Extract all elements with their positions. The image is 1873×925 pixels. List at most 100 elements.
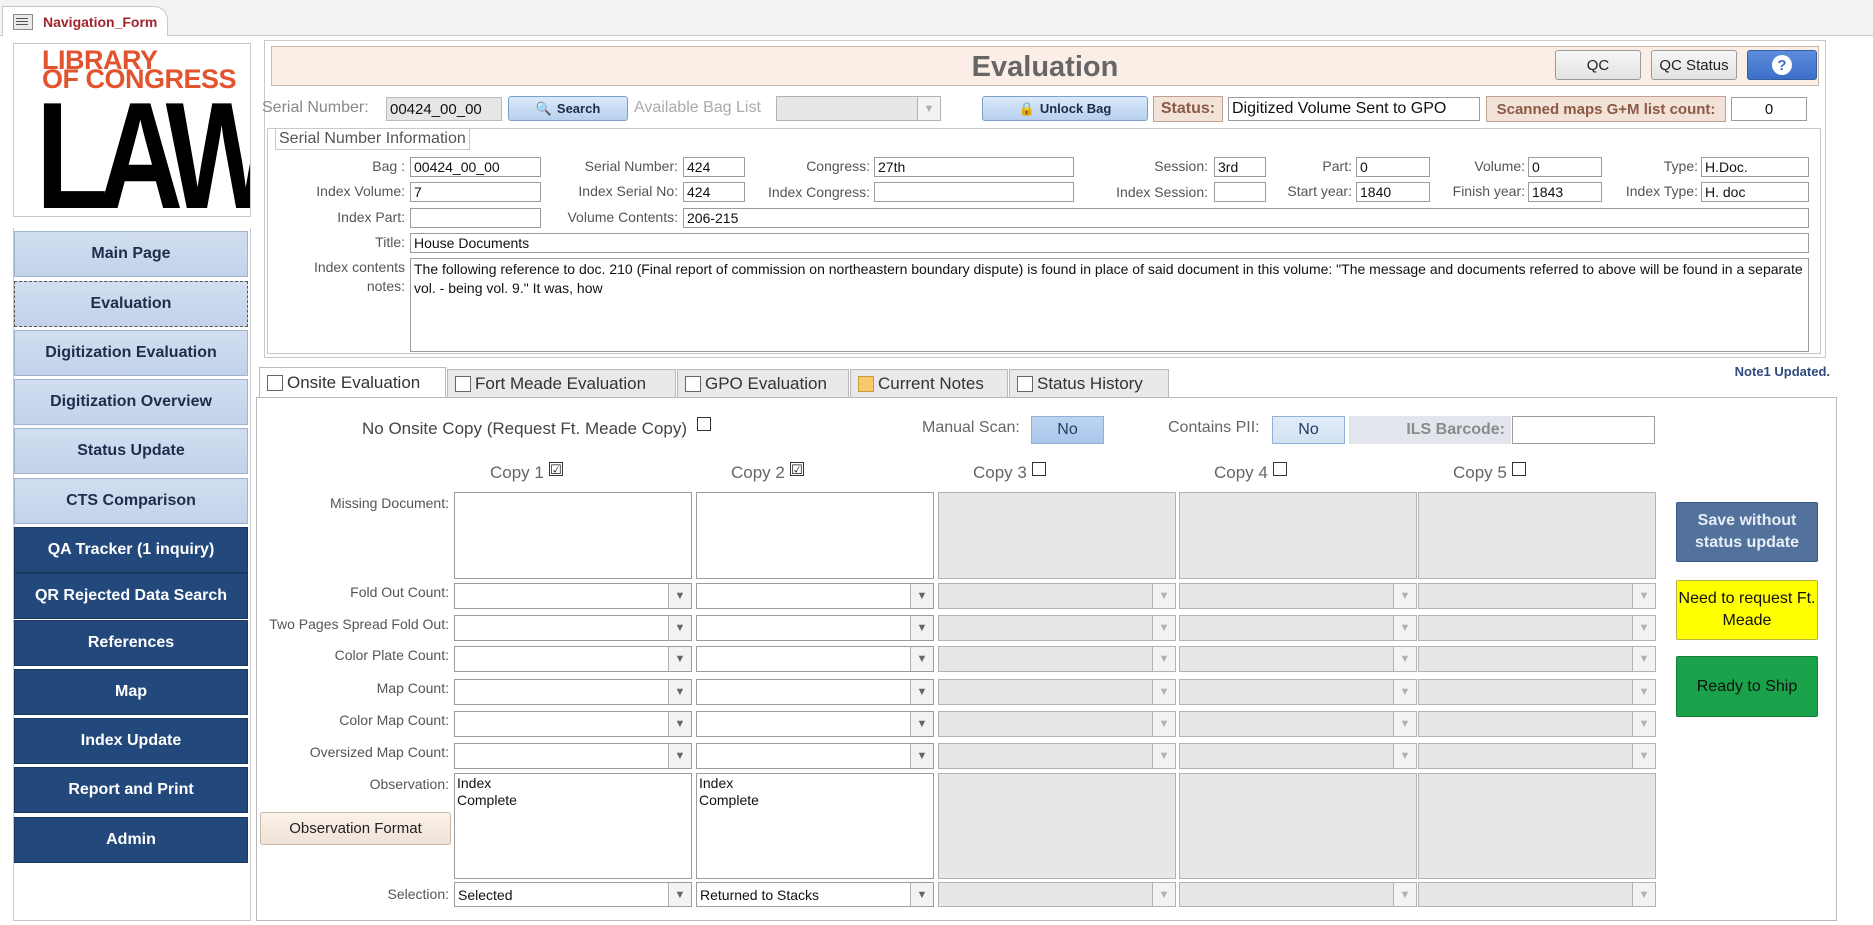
nav-report-and-print[interactable]: Report and Print bbox=[14, 767, 248, 813]
title-field[interactable]: House Documents bbox=[410, 233, 1809, 253]
need-to-request-ft-meade-button[interactable]: Need to request Ft. Meade bbox=[1676, 580, 1818, 640]
nav-map[interactable]: Map bbox=[14, 669, 248, 715]
copy-4-missing-document bbox=[1179, 492, 1417, 579]
nav-admin[interactable]: Admin bbox=[14, 817, 248, 863]
save-without-status-update-button[interactable]: Save without status update bbox=[1676, 502, 1818, 562]
copy-1-label: Copy 1 bbox=[490, 463, 544, 482]
copy-3-checkbox[interactable] bbox=[1032, 462, 1046, 476]
observation-format-button[interactable]: Observation Format bbox=[260, 812, 451, 845]
copy-4-map-count: ▼ bbox=[1179, 679, 1417, 705]
finish-year-field[interactable]: 1843 bbox=[1528, 182, 1602, 202]
tab-current-notes[interactable]: Current Notes bbox=[850, 369, 1008, 397]
available-bag-list-select[interactable]: ▼ bbox=[776, 96, 941, 121]
nav-digitization-overview[interactable]: Digitization Overview bbox=[14, 379, 248, 425]
part-field[interactable]: 0 bbox=[1356, 157, 1430, 177]
qc-status-button[interactable]: QC Status bbox=[1651, 50, 1737, 80]
copy-4-color-plate-count: ▼ bbox=[1179, 646, 1417, 672]
index-congress-field[interactable] bbox=[874, 182, 1074, 202]
navigation-form-tab[interactable]: Navigation_Form bbox=[2, 6, 168, 36]
tab-gpo-evaluation[interactable]: GPO Evaluation bbox=[677, 369, 849, 397]
color-map-count-label: Color Map Count: bbox=[339, 712, 449, 728]
chevron-down-icon: ▼ bbox=[668, 680, 691, 704]
copy-1-color-plate-count[interactable]: ▼ bbox=[454, 646, 692, 672]
copy-4-color-map-count: ▼ bbox=[1179, 711, 1417, 737]
nav-main-page[interactable]: Main Page bbox=[14, 231, 248, 277]
copy-1-checkbox[interactable]: ☑ bbox=[549, 462, 563, 476]
ils-barcode-field[interactable] bbox=[1512, 416, 1655, 444]
unlock-bag-button[interactable]: 🔒 Unlock Bag bbox=[982, 96, 1148, 121]
tab-onsite-evaluation[interactable]: Onsite Evaluation bbox=[259, 367, 446, 397]
congress-field[interactable]: 27th bbox=[874, 157, 1074, 177]
chevron-down-icon: ▼ bbox=[1393, 744, 1416, 768]
index-serial-field[interactable]: 424 bbox=[683, 182, 745, 202]
manual-scan-toggle[interactable]: No bbox=[1031, 416, 1104, 444]
index-session-field[interactable] bbox=[1214, 182, 1266, 202]
scanned-maps-label: Scanned maps G+M list count: bbox=[1486, 96, 1726, 122]
copy-2-oversized-map-count[interactable]: ▼ bbox=[696, 743, 934, 769]
index-type-label: Index Type: bbox=[1625, 183, 1698, 199]
copy-2-fold-out-count[interactable]: ▼ bbox=[696, 583, 934, 609]
chevron-down-icon: ▼ bbox=[1152, 584, 1175, 608]
tab-fort-meade-evaluation[interactable]: Fort Meade Evaluation bbox=[447, 369, 676, 397]
copy-1-fold-out-count[interactable]: ▼ bbox=[454, 583, 692, 609]
index-part-field[interactable] bbox=[410, 208, 541, 228]
index-volume-field[interactable]: 7 bbox=[410, 182, 541, 202]
copy-3-color-plate-count: ▼ bbox=[938, 646, 1176, 672]
copy-3-oversized-map-count: ▼ bbox=[938, 743, 1176, 769]
copy-1-map-count[interactable]: ▼ bbox=[454, 679, 692, 705]
qc-button[interactable]: QC bbox=[1555, 50, 1641, 80]
copy-4-checkbox[interactable] bbox=[1273, 462, 1287, 476]
chevron-down-icon: ▼ bbox=[910, 883, 933, 906]
nav-digitization-evaluation[interactable]: Digitization Evaluation bbox=[14, 330, 248, 376]
nav-qa-tracker[interactable]: QA Tracker (1 inquiry) bbox=[14, 527, 248, 573]
volume-field[interactable]: 0 bbox=[1528, 157, 1602, 177]
missing-document-label: Missing Document: bbox=[329, 495, 449, 511]
nav-qr-rejected-data-search[interactable]: QR Rejected Data Search bbox=[14, 573, 248, 619]
ready-to-ship-button[interactable]: Ready to Ship bbox=[1676, 656, 1818, 717]
tab-status-history[interactable]: Status History bbox=[1009, 369, 1169, 397]
copy-2-two-pages-spread[interactable]: ▼ bbox=[696, 615, 934, 641]
copy-2-map-count[interactable]: ▼ bbox=[696, 679, 934, 705]
scanned-maps-count: 0 bbox=[1731, 97, 1807, 121]
copy-3-color-map-count: ▼ bbox=[938, 711, 1176, 737]
copy-1-missing-document[interactable] bbox=[454, 492, 692, 579]
nav-index-update[interactable]: Index Update bbox=[14, 718, 248, 764]
index-contents-notes-field[interactable]: The following reference to doc. 210 (Fin… bbox=[410, 258, 1809, 352]
copy-4-fold-out-count: ▼ bbox=[1179, 583, 1417, 609]
copy-2-observation[interactable]: Index Complete bbox=[696, 773, 934, 879]
volume-label: Volume: bbox=[1474, 158, 1525, 174]
no-onsite-copy-checkbox[interactable] bbox=[697, 417, 711, 431]
help-button[interactable]: ? bbox=[1747, 50, 1817, 80]
type-field[interactable]: H.Doc. bbox=[1701, 157, 1809, 177]
copy-1-observation[interactable]: Index Complete bbox=[454, 773, 692, 879]
session-label: Session: bbox=[1154, 158, 1208, 174]
search-button[interactable]: 🔍 Search bbox=[508, 96, 628, 121]
serial-number-input[interactable]: 00424_00_00 bbox=[386, 97, 502, 121]
copy-1-selection[interactable]: Selected ▼ bbox=[454, 882, 692, 907]
copy-2-color-plate-count[interactable]: ▼ bbox=[696, 646, 934, 672]
copy-4-observation bbox=[1179, 773, 1417, 879]
copy-2-missing-document[interactable] bbox=[696, 492, 934, 579]
serial-number-field[interactable]: 424 bbox=[683, 157, 745, 177]
copy-2-selection[interactable]: Returned to Stacks ▼ bbox=[696, 882, 934, 907]
nav-status-update[interactable]: Status Update bbox=[14, 428, 248, 474]
copy-5-fold-out-count: ▼ bbox=[1418, 583, 1656, 609]
volume-contents-label: Volume Contents: bbox=[567, 209, 678, 225]
copy-1-two-pages-spread[interactable]: ▼ bbox=[454, 615, 692, 641]
index-type-field[interactable]: H. doc bbox=[1701, 182, 1809, 202]
bag-field[interactable]: 00424_00_00 bbox=[410, 157, 541, 177]
contains-pii-toggle[interactable]: No bbox=[1272, 416, 1345, 444]
chevron-down-icon: ▼ bbox=[1632, 680, 1655, 704]
copy-1-color-map-count[interactable]: ▼ bbox=[454, 711, 692, 737]
session-field[interactable]: 3rd bbox=[1214, 157, 1266, 177]
nav-evaluation[interactable]: Evaluation bbox=[14, 281, 248, 327]
copy-2-checkbox[interactable]: ☑ bbox=[790, 462, 804, 476]
index-volume-label: Index Volume: bbox=[316, 183, 405, 199]
start-year-field[interactable]: 1840 bbox=[1356, 182, 1430, 202]
copy-2-color-map-count[interactable]: ▼ bbox=[696, 711, 934, 737]
nav-references[interactable]: References bbox=[14, 620, 248, 666]
nav-cts-comparison[interactable]: CTS Comparison bbox=[14, 478, 248, 524]
copy-5-checkbox[interactable] bbox=[1512, 462, 1526, 476]
copy-1-oversized-map-count[interactable]: ▼ bbox=[454, 743, 692, 769]
volume-contents-field[interactable]: 206-215 bbox=[683, 208, 1809, 228]
